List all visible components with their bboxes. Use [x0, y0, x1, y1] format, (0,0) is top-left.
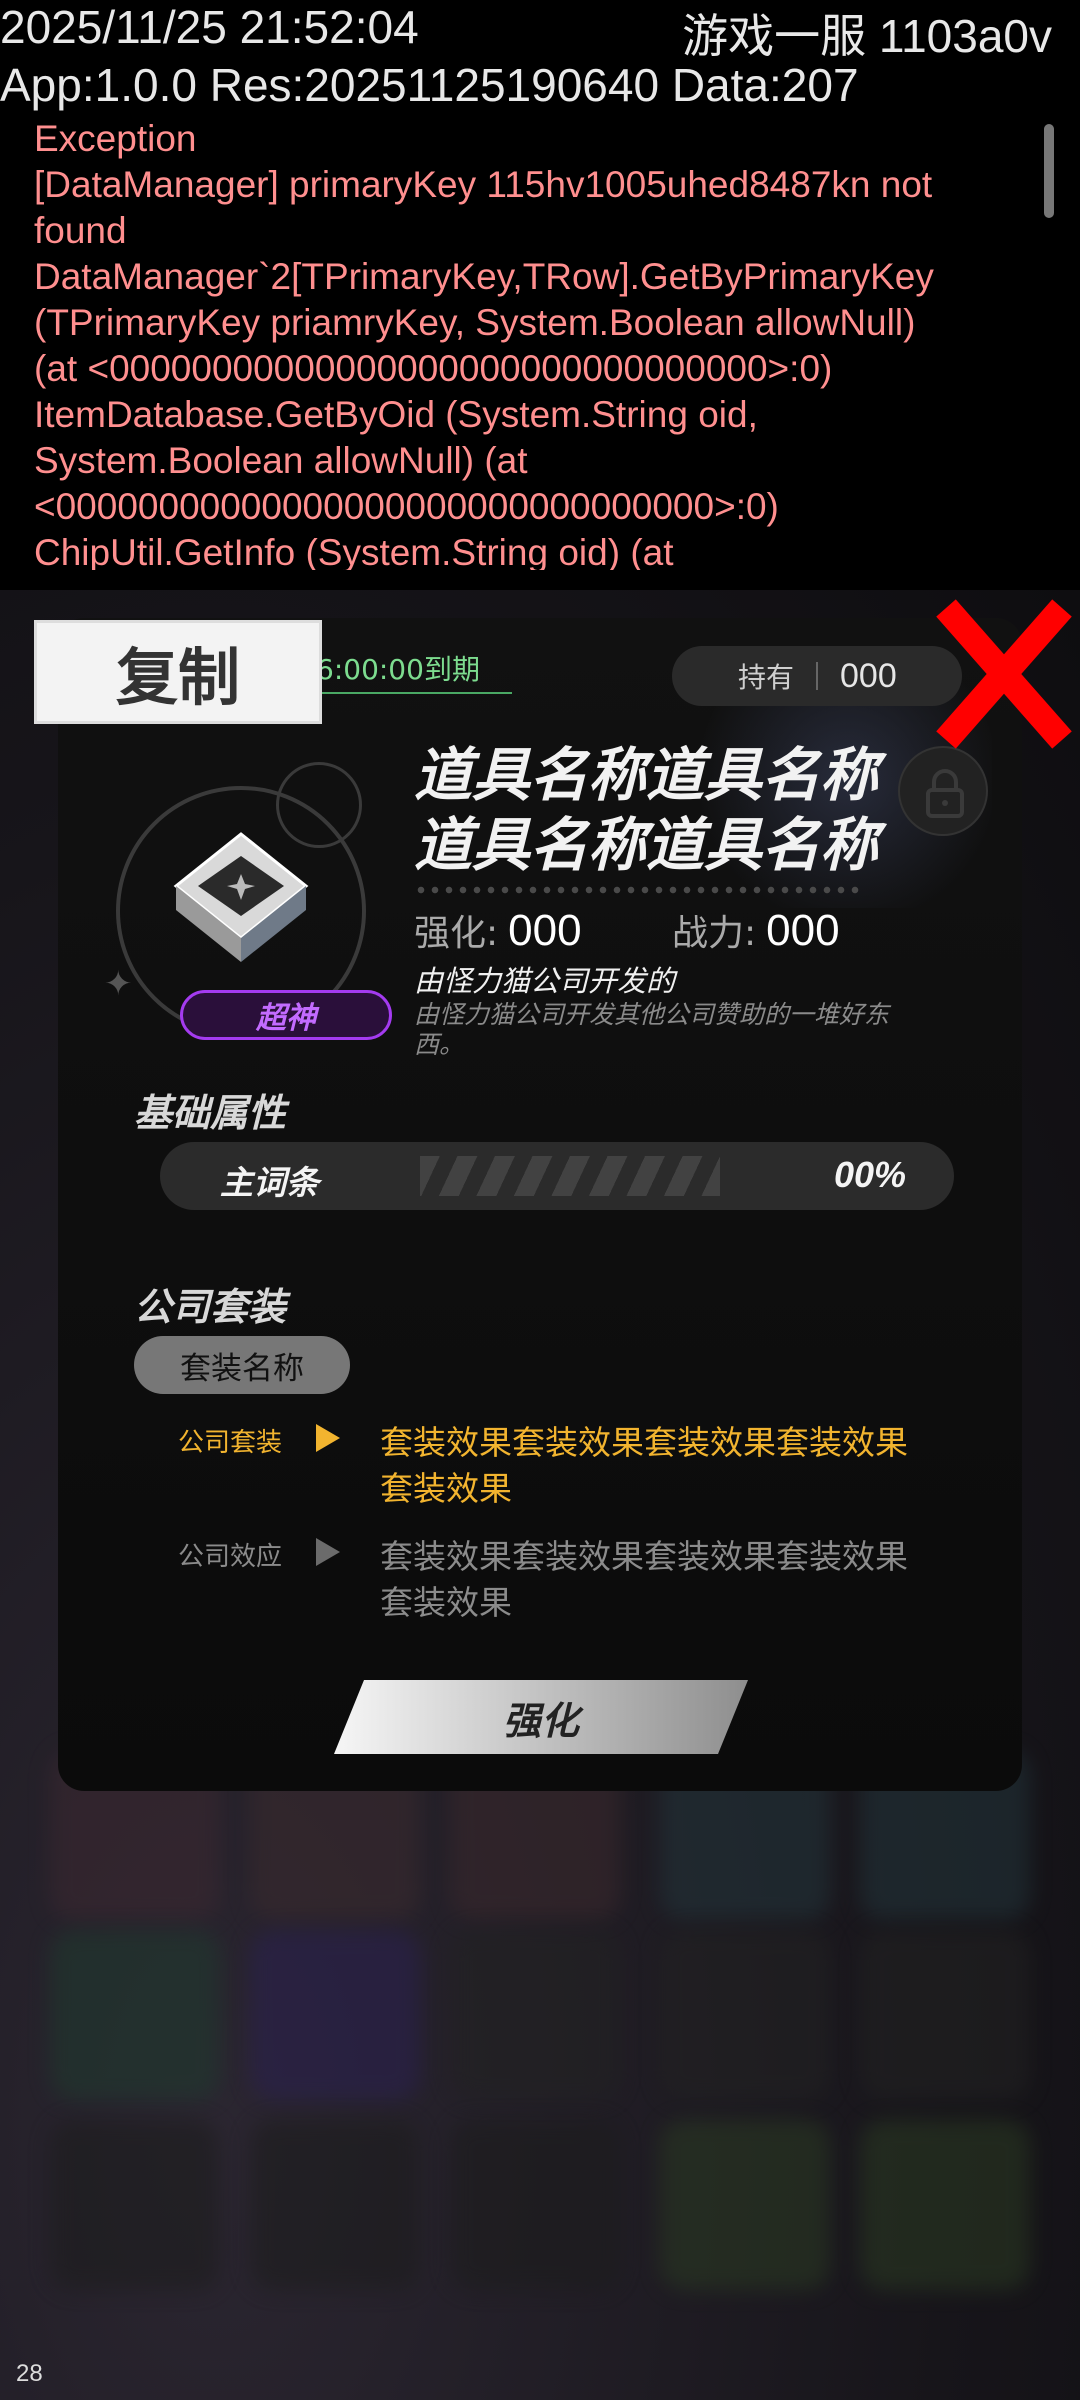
bg-slot — [250, 1930, 420, 2100]
dotted-divider — [414, 886, 864, 894]
debug-overlay: 2025/11/25 21:52:04 游戏一服 1103a0v App:1.0… — [0, 0, 1080, 590]
stat-power: 战力: 000 — [672, 904, 840, 956]
exception-line: ChipUtil.GetInfo (System.String oid) (at — [34, 532, 674, 570]
play-arrow-icon — [316, 1424, 340, 1452]
play-arrow-icon — [316, 1538, 340, 1566]
company-suit-title: 公司套装 — [134, 1285, 287, 1329]
expiry-text: 6:00:00到期 — [316, 653, 480, 686]
copy-button[interactable]: 复制 — [34, 620, 322, 724]
effect-text: 套装效果套装效果套装效果套装效果套装效果 — [380, 1423, 908, 1508]
exception-line: System.Boolean allowNull) (at — [34, 440, 528, 481]
close-button[interactable] — [928, 594, 1080, 754]
main-attribute-name: 主词条 — [220, 1163, 319, 1202]
power-label: 战力: — [672, 913, 757, 954]
bg-slot — [250, 2120, 420, 2290]
debug-timestamp: 2025/11/25 21:52:04 — [0, 1, 419, 53]
bg-slot — [450, 2120, 620, 2290]
bg-slot — [660, 1930, 830, 2100]
rarity-badge: 超神 — [180, 990, 392, 1040]
power-value: 000 — [766, 906, 840, 955]
strength-label: 强化: — [414, 913, 499, 954]
effect-label: 公司效应 — [178, 1542, 283, 1572]
item-name: 道具名称道具名称道具名称道具名称 — [414, 741, 879, 879]
exception-line: (at <00000000000000000000000000000000>:0… — [34, 348, 833, 389]
exception-line: [DataManager] primaryKey 115hv1005uhed84… — [34, 164, 933, 205]
item-gem-icon — [166, 824, 316, 974]
exception-line: ItemDatabase.GetByOid (System.String oid… — [34, 394, 758, 435]
divider — [816, 662, 819, 690]
main-attribute-value: 00% — [833, 1154, 906, 1195]
exception-line: (TPrimaryKey priamryKey, System.Boolean … — [34, 302, 916, 343]
base-attributes-title: 基础属性 — [134, 1091, 287, 1135]
exception-line: Exception — [34, 118, 197, 159]
debug-server: 游戏一服 1103a0v — [682, 10, 1052, 62]
exception-line: found — [34, 210, 127, 251]
exception-log[interactable]: Exception [DataManager] primaryKey 115hv… — [34, 116, 1014, 570]
suit-name-tag[interactable]: 套装名称 — [134, 1336, 350, 1394]
exception-line: <00000000000000000000000000000000>:0) — [34, 486, 779, 527]
strength-value: 000 — [508, 906, 582, 955]
sparkle-icon: ✦ — [104, 964, 133, 1004]
expiry-underline — [316, 692, 512, 694]
log-scrollbar[interactable] — [1044, 124, 1054, 218]
owned-value: 000 — [840, 656, 897, 695]
enhance-label: 强化 — [502, 1698, 579, 1743]
item-description: 由怪力猫公司开发其他公司赞助的一堆好东西。 — [414, 1000, 890, 1059]
owned-label: 持有 — [738, 661, 795, 694]
bg-slot — [450, 1930, 620, 2100]
stat-strength: 强化: 000 — [414, 904, 582, 956]
owned-count: 持有 000 — [672, 646, 962, 706]
bg-slot — [660, 2120, 830, 2290]
bg-slot — [50, 2120, 220, 2290]
decorative-art — [420, 1156, 720, 1196]
bg-slot — [860, 2120, 1030, 2290]
debug-version: App:1.0.0 Res:20251125190640 Data:207 — [0, 59, 859, 111]
enhance-button[interactable]: 强化 — [334, 1680, 748, 1754]
effect-text: 套装效果套装效果套装效果套装效果套装效果 — [380, 1537, 908, 1622]
bg-slot — [50, 1930, 220, 2100]
effect-label: 公司套装 — [178, 1428, 283, 1458]
main-attribute-row: 主词条 00% — [160, 1142, 954, 1210]
maker-text: 由怪力猫公司开发的 — [414, 964, 676, 998]
bg-slot — [860, 1930, 1030, 2100]
fps-counter: 28 — [16, 2360, 43, 2387]
exception-line: DataManager`2[TPrimaryKey,TRow].GetByPri… — [34, 256, 934, 297]
close-icon — [936, 599, 1072, 749]
